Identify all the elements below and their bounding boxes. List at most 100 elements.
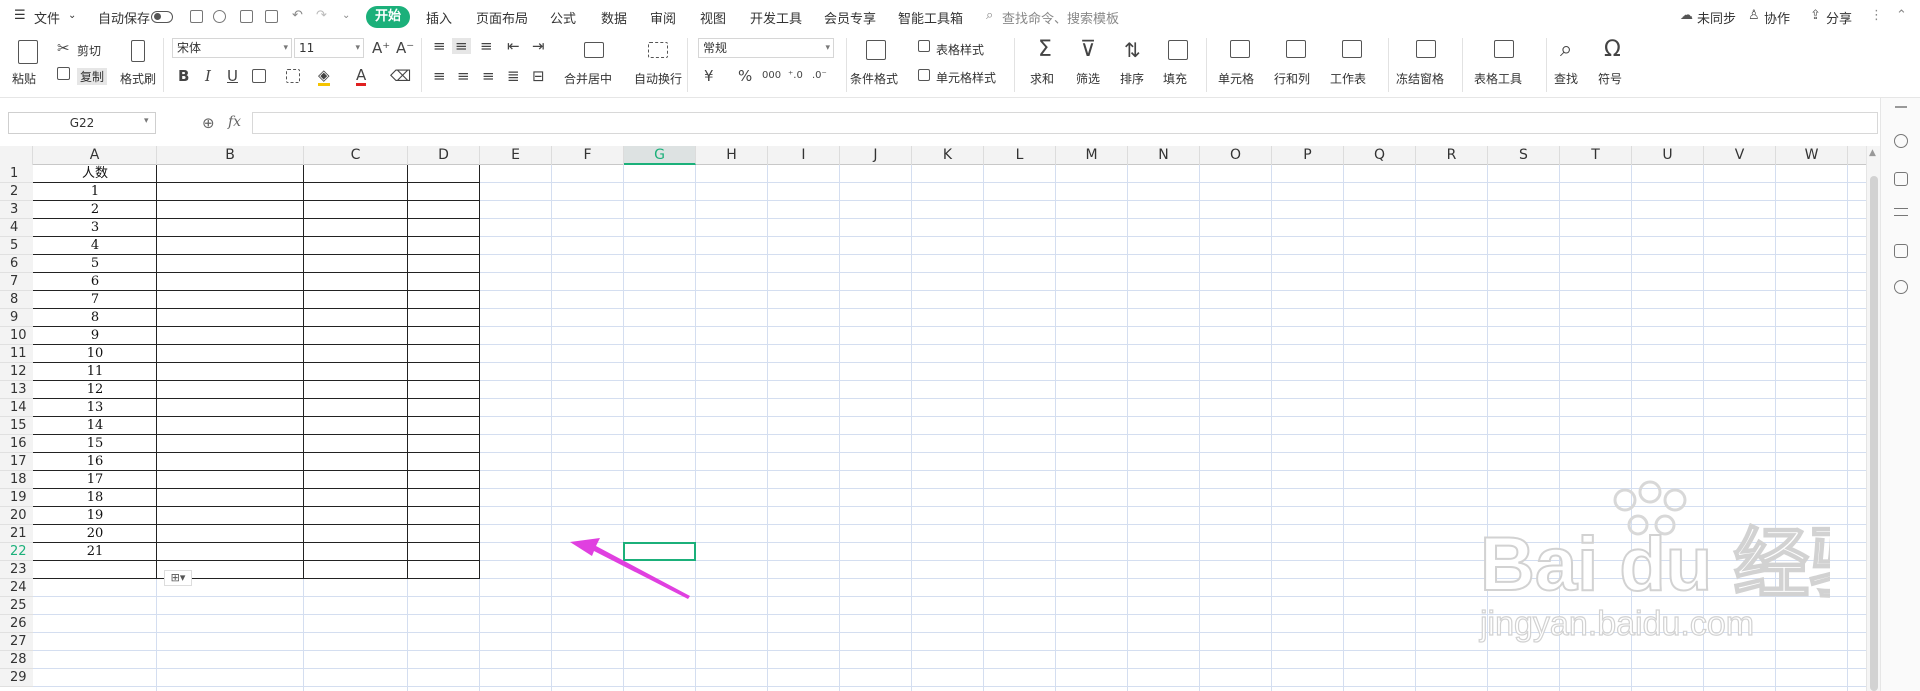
currency-icon[interactable]: ¥: [704, 68, 714, 84]
column-header-c[interactable]: C: [304, 146, 408, 165]
bold-icon[interactable]: B: [178, 68, 189, 84]
data-cell[interactable]: 9: [33, 327, 157, 345]
tab-smart-tools[interactable]: 智能工具箱: [898, 8, 963, 27]
conditional-format-icon[interactable]: [866, 40, 886, 60]
cell-style-icon[interactable]: [918, 69, 930, 81]
crop-icon[interactable]: [1894, 244, 1908, 258]
increase-decimal-icon[interactable]: ⁺.0: [788, 68, 803, 84]
more-icon[interactable]: ⌄: [342, 10, 350, 21]
column-header-e[interactable]: E: [480, 146, 552, 165]
column-header-f[interactable]: F: [552, 146, 624, 165]
align-top-icon[interactable]: ≡: [433, 38, 446, 54]
column-header-g[interactable]: G: [624, 146, 696, 165]
fill-icon[interactable]: [1168, 40, 1188, 60]
row-header-7[interactable]: 7: [0, 273, 33, 291]
column-header-h[interactable]: H: [696, 146, 768, 165]
chevron-down-icon[interactable]: ▾: [144, 116, 149, 126]
cell-style-button[interactable]: 单元格样式: [936, 69, 996, 86]
fx-icon[interactable]: fx: [228, 114, 241, 130]
data-cell[interactable]: 2: [33, 201, 157, 219]
share-button[interactable]: 分享: [1826, 8, 1852, 27]
data-cell[interactable]: 21: [33, 543, 157, 561]
column-header-o[interactable]: O: [1200, 146, 1272, 165]
row-header-15[interactable]: 15: [0, 417, 33, 435]
format-painter-icon[interactable]: [131, 40, 145, 62]
help-icon[interactable]: [1894, 280, 1908, 294]
filter-icon[interactable]: ⊽: [1080, 38, 1096, 62]
tab-home[interactable]: 开始: [366, 6, 410, 28]
data-cell[interactable]: 7: [33, 291, 157, 309]
row-header-24[interactable]: 24: [0, 579, 33, 597]
data-cell[interactable]: 17: [33, 471, 157, 489]
row-header-11[interactable]: 11: [0, 345, 33, 363]
font-color-icon[interactable]: A: [356, 67, 367, 86]
formula-input[interactable]: [252, 112, 1878, 134]
row-header-22[interactable]: 22: [0, 543, 33, 561]
row-header-12[interactable]: 12: [0, 363, 33, 381]
worksheet-button[interactable]: 工作表: [1330, 70, 1366, 87]
fill-style-icon[interactable]: [286, 69, 300, 83]
border-icon[interactable]: [252, 69, 266, 83]
tab-formula[interactable]: 公式: [550, 8, 576, 27]
select-pointer-icon[interactable]: [1894, 172, 1908, 186]
column-header-s[interactable]: S: [1488, 146, 1560, 165]
row-header-28[interactable]: 28: [0, 651, 33, 669]
collapse-ribbon-icon[interactable]: ⌃: [1896, 8, 1907, 23]
tab-data[interactable]: 数据: [601, 8, 627, 27]
data-cell[interactable]: 18: [33, 489, 157, 507]
worksheet-icon[interactable]: [1342, 40, 1362, 58]
row-column-icon[interactable]: [1286, 40, 1306, 58]
paste-button[interactable]: 粘贴: [12, 70, 36, 87]
scroll-thumb[interactable]: [1870, 176, 1878, 691]
save-icon[interactable]: [190, 10, 203, 23]
history-icon[interactable]: [213, 10, 226, 23]
more-menu-icon[interactable]: ⋮: [1870, 8, 1883, 23]
header-cell[interactable]: 人数: [33, 165, 157, 183]
tab-review[interactable]: 审阅: [650, 8, 676, 27]
symbol-button[interactable]: 符号: [1598, 70, 1622, 87]
column-header-a[interactable]: A: [33, 146, 157, 165]
row-header-19[interactable]: 19: [0, 489, 33, 507]
data-cell[interactable]: 3: [33, 219, 157, 237]
table-tools-button[interactable]: 表格工具: [1474, 70, 1522, 87]
merge-center-icon[interactable]: [584, 42, 604, 58]
sum-icon[interactable]: Σ: [1038, 38, 1052, 62]
row-column-button[interactable]: 行和列: [1274, 70, 1310, 87]
column-header-u[interactable]: U: [1632, 146, 1704, 165]
table-style-button[interactable]: 表格样式: [936, 41, 984, 58]
format-painter-button[interactable]: 格式刷: [120, 70, 156, 87]
italic-icon[interactable]: I: [205, 68, 211, 84]
name-box[interactable]: G22: [8, 112, 156, 134]
data-cell[interactable]: 13: [33, 399, 157, 417]
row-header-1[interactable]: 1: [0, 165, 33, 183]
row-header-29[interactable]: 29: [0, 669, 33, 687]
filter-button[interactable]: 筛选: [1076, 70, 1100, 87]
font-size-select[interactable]: 11 ▾: [294, 38, 364, 58]
copy-button[interactable]: 复制: [77, 68, 108, 85]
data-cell[interactable]: 5: [33, 255, 157, 273]
print-icon[interactable]: [240, 10, 253, 23]
column-header-k[interactable]: K: [912, 146, 984, 165]
align-left-icon[interactable]: ≡: [433, 68, 446, 84]
row-header-27[interactable]: 27: [0, 633, 33, 651]
column-header-m[interactable]: M: [1056, 146, 1128, 165]
row-header-17[interactable]: 17: [0, 453, 33, 471]
scissors-icon[interactable]: ✂: [57, 40, 70, 56]
data-cell[interactable]: 8: [33, 309, 157, 327]
data-cell[interactable]: 4: [33, 237, 157, 255]
file-menu[interactable]: 文件: [34, 8, 60, 27]
conditional-format-button[interactable]: 条件格式: [850, 70, 898, 87]
symbol-icon[interactable]: Ω: [1604, 38, 1621, 62]
align-right-icon[interactable]: ≡: [482, 68, 495, 84]
column-header-p[interactable]: P: [1272, 146, 1344, 165]
align-center-icon[interactable]: ≡: [457, 68, 470, 84]
row-header-13[interactable]: 13: [0, 381, 33, 399]
data-cell[interactable]: 1: [33, 183, 157, 201]
increase-font-icon[interactable]: A⁺: [372, 40, 390, 56]
cell-button[interactable]: 单元格: [1218, 70, 1254, 87]
copy-icon[interactable]: [57, 67, 70, 80]
freeze-panes-button[interactable]: 冻结窗格: [1396, 70, 1444, 87]
decrease-font-icon[interactable]: A⁻: [396, 40, 414, 56]
data-cell[interactable]: 12: [33, 381, 157, 399]
column-header-v[interactable]: V: [1704, 146, 1776, 165]
